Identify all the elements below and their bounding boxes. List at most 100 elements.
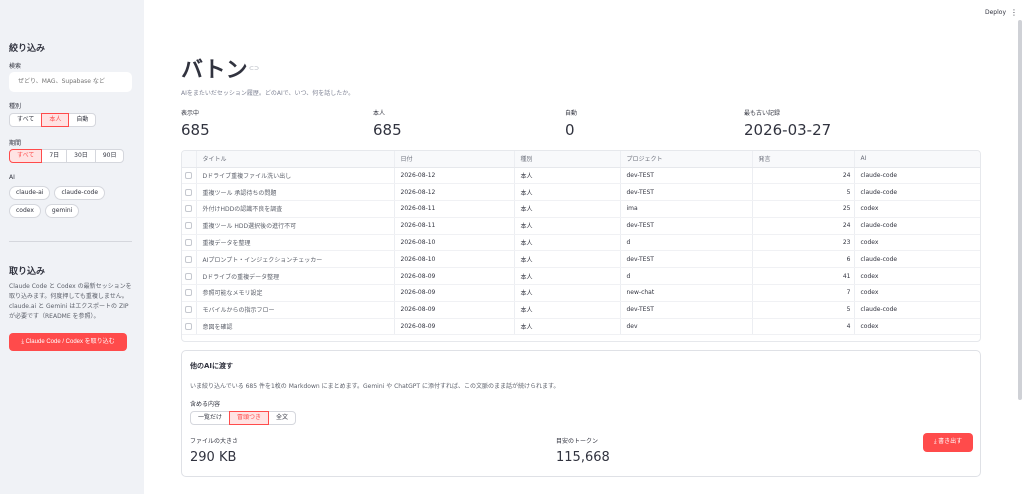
cell-title: 外付けHDDの認識不良を調査 xyxy=(196,200,395,218)
checkbox-icon[interactable] xyxy=(185,272,193,280)
scrollbar[interactable] xyxy=(1018,20,1022,400)
row-checkbox[interactable] xyxy=(182,234,197,252)
row-checkbox[interactable] xyxy=(182,183,197,202)
metric-shown: 表示中 685 xyxy=(181,108,210,139)
table-row[interactable]: 重複ツール HDD選択後の進行不可 2026-08-11 本人 dev-TEST 24 c… xyxy=(182,217,980,235)
sessions-table[interactable]: タイトル 日付 種別 プロジェクト 発言 AI Dドライブ重複ファイル洗い出し 2… xyxy=(181,150,981,342)
type-option-auto[interactable]: 自動 xyxy=(68,113,97,127)
cell-project: d xyxy=(620,267,753,286)
link-icon[interactable]: ⊂⊃ xyxy=(249,65,259,72)
export-button[interactable]: ⤓ 書き出す xyxy=(923,433,973,452)
column-header-date[interactable]: 日付 xyxy=(394,151,515,168)
search-input[interactable] xyxy=(9,72,132,92)
row-checkbox[interactable] xyxy=(182,318,197,336)
handoff-description: いま絞り込んでいる 685 件を1枚の Markdown にまとめます。Gemi… xyxy=(190,383,560,390)
ai-chip-codex[interactable]: codex xyxy=(9,204,41,218)
row-checkbox[interactable] xyxy=(182,200,197,218)
table-row[interactable]: 重複データを整理 2026-08-10 本人 d 23 codex xyxy=(182,234,980,252)
cell-project: ima xyxy=(620,200,753,218)
row-checkbox[interactable] xyxy=(182,167,197,185)
cell-type: 本人 xyxy=(514,250,621,269)
checkbox-icon[interactable] xyxy=(185,205,193,213)
cell-messages: 7 xyxy=(752,284,855,302)
period-label: 期間 xyxy=(9,140,22,147)
table-row[interactable]: 重複ツール 承認待ちの問題 2026-08-12 本人 dev-TEST 5 claude… xyxy=(182,183,980,202)
period-option-90d[interactable]: 90日 xyxy=(94,149,125,163)
cell-messages: 4 xyxy=(752,318,855,336)
metric-value: 2026-03-27 xyxy=(744,121,832,139)
cell-ai: codex xyxy=(854,200,980,218)
cell-messages: 24 xyxy=(752,217,855,235)
cell-type: 本人 xyxy=(514,217,621,235)
metric-value: 685 xyxy=(373,121,402,139)
table-row[interactable]: Dドライブ重複ファイル洗い出し 2026-08-12 本人 dev-TEST 24 cla… xyxy=(182,167,980,185)
page-subtitle: AIをまたいだセッション履歴。どのAIで、いつ、何を話したか。 xyxy=(181,90,355,97)
include-option-full[interactable]: 全文 xyxy=(268,411,297,425)
file-size-metric: ファイルの大きさ 290 KB xyxy=(190,436,238,465)
row-checkbox[interactable] xyxy=(182,217,197,235)
include-label: 含める内容 xyxy=(190,401,221,408)
cell-date: 2026-08-11 xyxy=(394,217,515,235)
column-header-type[interactable]: 種別 xyxy=(514,151,621,168)
table-row[interactable]: モバイルからの指示フロー 2026-08-09 本人 dev-TEST 5 claude-… xyxy=(182,301,980,319)
column-header-project[interactable]: プロジェクト xyxy=(620,151,753,168)
column-header-title[interactable]: タイトル xyxy=(196,151,395,168)
cell-title: 意図を確認 xyxy=(196,318,395,336)
row-checkbox[interactable] xyxy=(182,250,197,269)
period-option-all[interactable]: すべて xyxy=(9,149,43,163)
checkbox-icon[interactable] xyxy=(185,188,193,196)
type-option-all[interactable]: すべて xyxy=(9,113,43,127)
cell-title: Dドライブの重複データ整理 xyxy=(196,267,395,286)
type-segmented-control: すべて 本人 自動 xyxy=(9,113,97,127)
ai-chip-claude-code[interactable]: claude-code xyxy=(54,186,106,200)
checkbox-icon[interactable] xyxy=(185,255,193,263)
deploy-button[interactable]: Deploy xyxy=(985,9,1006,16)
type-label: 種別 xyxy=(9,103,22,110)
period-option-7d[interactable]: 7日 xyxy=(41,149,68,163)
cell-ai: codex xyxy=(854,284,980,302)
metric-auto: 自動 0 xyxy=(565,108,577,139)
cell-date: 2026-08-12 xyxy=(394,167,515,185)
cell-title: AIプロンプト・インジェクションチェッカー xyxy=(196,250,395,269)
column-header-messages[interactable]: 発言 xyxy=(752,151,855,168)
checkbox-icon[interactable] xyxy=(185,239,193,247)
ai-chip-gemini[interactable]: gemini xyxy=(44,204,80,218)
import-button[interactable]: ⤓ Claude Code / Codex を取り込む xyxy=(9,333,127,351)
checkbox-icon[interactable] xyxy=(185,306,193,314)
table-row[interactable]: Dドライブの重複データ整理 2026-08-09 本人 d 41 codex xyxy=(182,267,980,286)
metric-oldest: 最も古い記録 2026-03-27 xyxy=(744,108,831,139)
table-row[interactable]: AIプロンプト・インジェクションチェッカー 2026-08-10 本人 dev-TES… xyxy=(182,250,980,269)
cell-project: dev-TEST xyxy=(620,167,753,185)
table-row[interactable]: 参照可能なメモリ設定 2026-08-09 本人 new-chat 7 codex xyxy=(182,284,980,302)
cell-date: 2026-08-09 xyxy=(394,284,515,302)
table-row[interactable]: 外付けHDDの認識不良を調査 2026-08-11 本人 ima 25 codex xyxy=(182,200,980,218)
ai-chip-claude-ai[interactable]: claude-ai xyxy=(9,186,51,200)
checkbox-icon[interactable] xyxy=(185,323,193,331)
checkbox-icon[interactable] xyxy=(185,171,193,179)
cell-project: dev xyxy=(620,318,753,336)
checkbox-icon[interactable] xyxy=(185,222,193,230)
cell-ai: codex xyxy=(854,318,980,336)
period-option-30d[interactable]: 30日 xyxy=(66,149,96,163)
token-value: 115,668 xyxy=(556,450,610,465)
checkbox-icon[interactable] xyxy=(185,289,193,297)
cell-messages: 24 xyxy=(752,167,855,185)
row-checkbox[interactable] xyxy=(182,301,197,319)
include-option-head[interactable]: 冒頭つき xyxy=(229,411,270,425)
cell-type: 本人 xyxy=(514,301,621,319)
select-all-header[interactable] xyxy=(182,151,197,168)
cell-date: 2026-08-09 xyxy=(394,301,515,319)
column-header-ai[interactable]: AI xyxy=(854,151,980,168)
metric-value: 685 xyxy=(181,121,210,139)
type-option-self[interactable]: 本人 xyxy=(41,113,70,127)
row-checkbox[interactable] xyxy=(182,267,197,286)
table-row[interactable]: 意図を確認 2026-08-09 本人 dev 4 codex xyxy=(182,318,980,336)
include-option-list[interactable]: 一覧だけ xyxy=(190,411,231,425)
cell-messages: 5 xyxy=(752,183,855,202)
export-button-label: 書き出す xyxy=(938,439,963,445)
metric-label: 最も古い記録 xyxy=(744,110,781,117)
kebab-menu-icon[interactable]: ⋮ xyxy=(1010,8,1018,17)
row-checkbox[interactable] xyxy=(182,284,197,302)
token-metric: 目安のトークン 115,668 xyxy=(556,436,610,465)
file-size-label: ファイルの大きさ xyxy=(190,438,239,445)
